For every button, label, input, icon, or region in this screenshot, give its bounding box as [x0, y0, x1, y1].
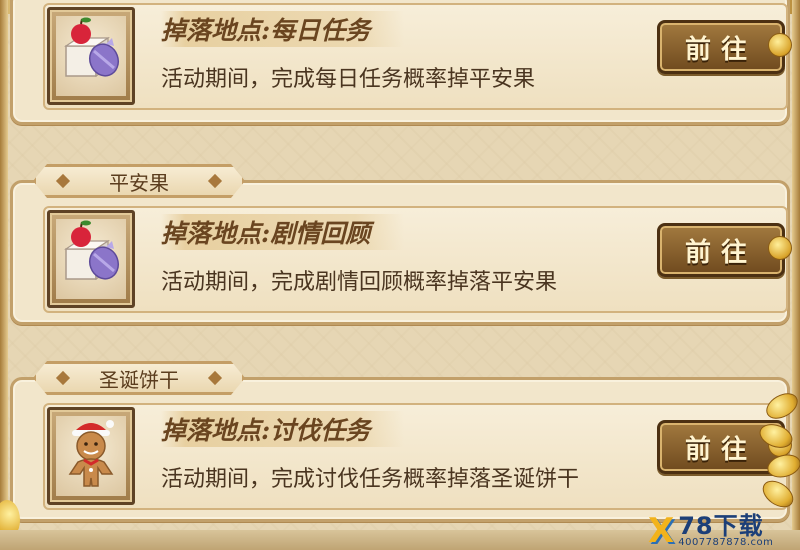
- drop-description: 活动期间，完成剧情回顾概率掉落平安果: [161, 270, 558, 295]
- item-icon-frame: [47, 210, 135, 308]
- go-button[interactable]: 前往: [657, 20, 792, 74]
- watermark-url: 4007787878.com: [678, 537, 774, 548]
- coin-pile-decoration: [756, 387, 800, 515]
- drop-card: 掉落地点:讨伐任务 活动期间，完成讨伐任务概率掉落圣诞饼干 前往: [43, 403, 792, 510]
- drop-description: 活动期间，完成每日任务概率掉平安果: [161, 67, 536, 92]
- gift-apple-icon: [56, 219, 126, 299]
- item-name-tag: 平安果: [33, 164, 245, 198]
- item-name-label: 平安果: [109, 170, 169, 195]
- drop-section-daily: 掉落地点:每日任务 活动期间，完成每日任务概率掉平安果 前往: [10, 0, 792, 125]
- drop-location-title: 掉落地点:每日任务: [161, 11, 405, 47]
- drop-card: 掉落地点:剧情回顾 活动期间，完成剧情回顾概率掉落平安果 前往: [43, 206, 792, 313]
- left-frame-edge: [0, 0, 8, 550]
- item-icon-frame: [47, 7, 135, 105]
- watermark-logo-icon: X: [648, 511, 675, 550]
- coin-icon: [768, 236, 792, 260]
- coin-icon: [768, 33, 792, 57]
- tag-diamond-ornament: [208, 371, 222, 385]
- drop-section-peace-apple: 平安果 掉落地点:剧情回顾 活动期间，完成剧情回顾概率掉落平安果 前往: [10, 180, 792, 325]
- site-watermark: X 78下载 4007787878.com: [648, 513, 798, 549]
- gingerbread-icon: [56, 416, 126, 496]
- drop-location-title: 掉落地点:剧情回顾: [161, 214, 405, 250]
- tag-diamond-ornament: [56, 174, 70, 188]
- tag-diamond-ornament: [56, 371, 70, 385]
- go-button[interactable]: 前往: [657, 223, 792, 277]
- go-button-label: 前往: [684, 34, 757, 65]
- watermark-brand: 78下载: [678, 512, 764, 540]
- drop-location-title: 掉落地点:讨伐任务: [161, 411, 405, 447]
- item-name-tag: 圣诞饼干: [33, 361, 245, 395]
- go-button-label: 前往: [684, 434, 757, 465]
- tag-diamond-ornament: [208, 174, 222, 188]
- drop-description: 活动期间，完成讨伐任务概率掉落圣诞饼干: [161, 467, 580, 492]
- drop-card: 掉落地点:每日任务 活动期间，完成每日任务概率掉平安果 前往: [43, 3, 792, 110]
- item-icon-frame: [47, 407, 135, 505]
- drop-section-christmas-cookie: 圣诞饼干 掉落地点:讨伐任务 活动期间，完成讨伐任务概率掉落圣诞饼干 前往: [10, 377, 792, 522]
- item-name-label: 圣诞饼干: [99, 367, 179, 392]
- gift-apple-icon: [56, 16, 126, 96]
- go-button-label: 前往: [684, 237, 757, 268]
